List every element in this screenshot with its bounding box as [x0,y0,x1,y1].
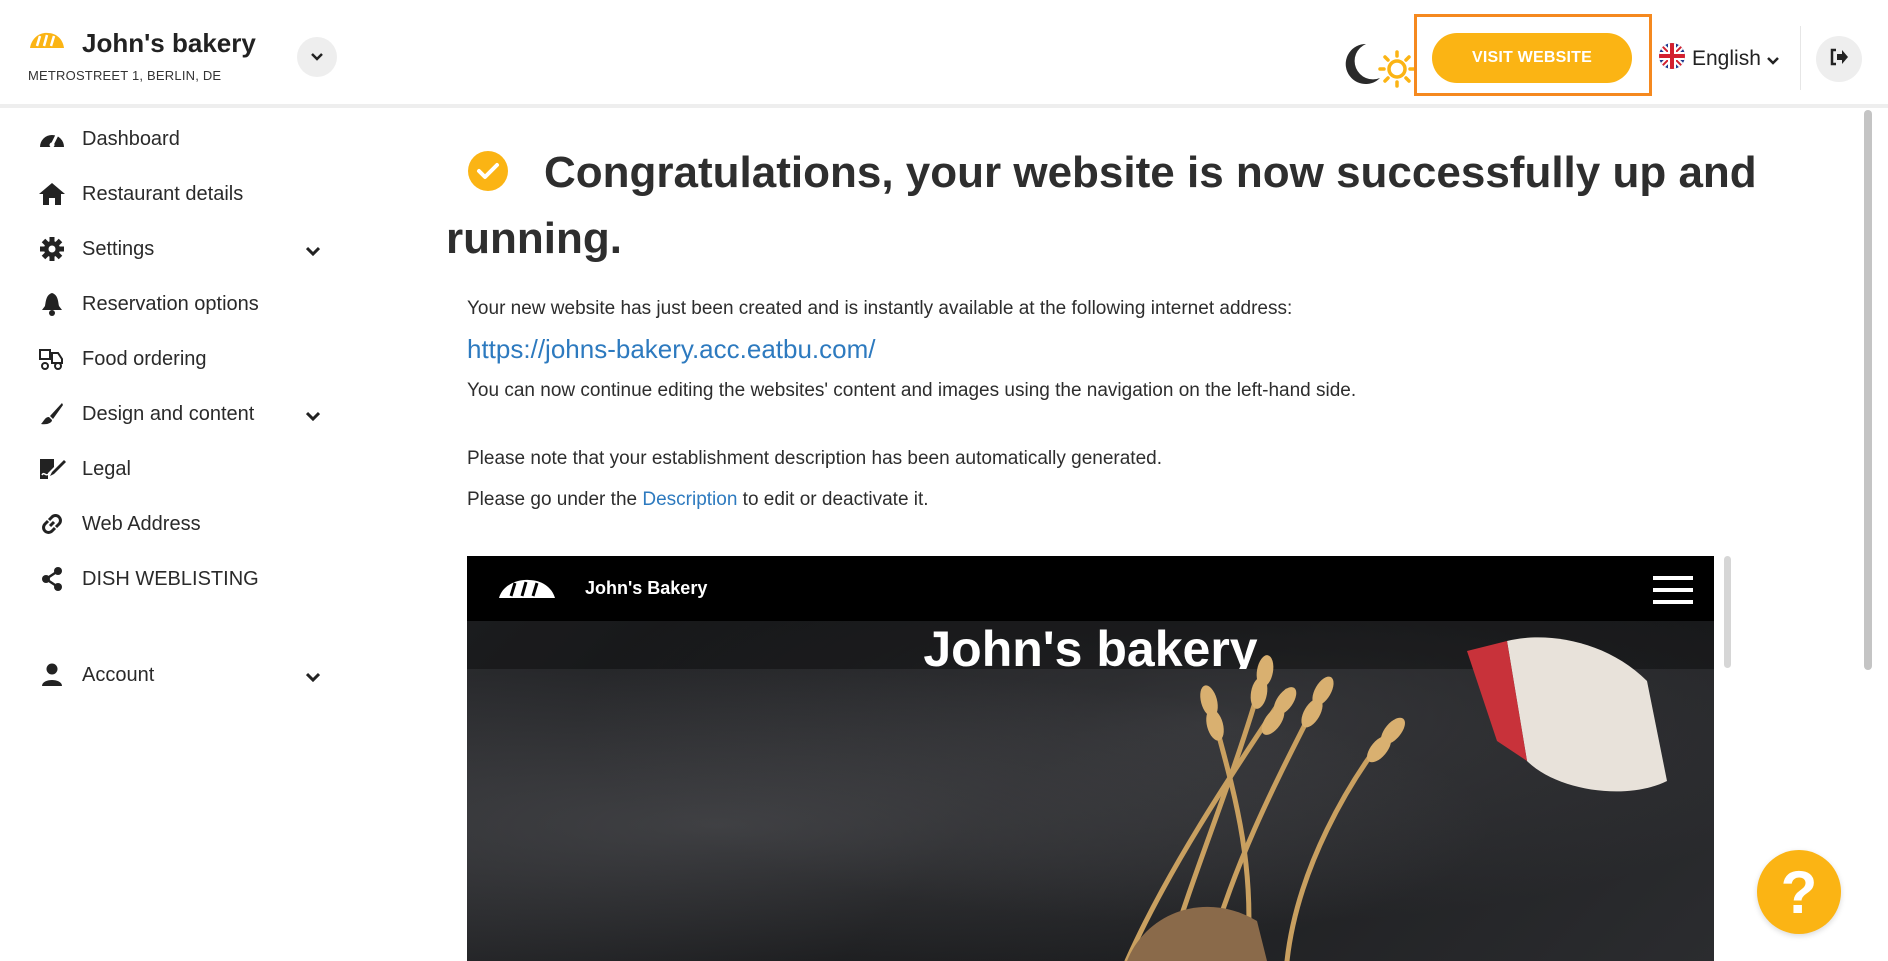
preview-navbar: John's Bakery [467,556,1714,621]
continue-text: You can now continue editing the website… [467,380,1357,401]
preview-scrollbar[interactable] [1724,556,1731,668]
top-header: John's bakery METROSTREET 1, BERLIN, DE [0,0,1888,108]
theme-toggle[interactable] [1340,40,1418,92]
chevron-down-icon [305,404,321,427]
share-icon [36,566,68,592]
sidebar-item-settings[interactable]: Settings [36,229,336,269]
sidebar-item-food-ordering[interactable]: Food ordering [36,339,336,379]
logout-icon [1829,48,1849,71]
sidebar-item-label: Design and content [82,402,255,425]
sidebar-item-restaurant-details[interactable]: Restaurant details [36,174,336,214]
bread-logo-icon [497,576,557,607]
preview-brand-name: John's Bakery [585,578,708,598]
sidebar-item-label: Settings [82,237,155,260]
chevron-down-icon [1767,47,1779,71]
user-icon [36,662,68,688]
restaurant-switcher-button[interactable] [297,37,337,77]
bread-logo-icon [28,30,66,57]
preview-hero-image: John's bakery [467,621,1714,961]
restaurant-name: John's bakery [82,28,256,58]
dashboard-icon [36,126,68,152]
restaurant-address: METROSTREET 1, BERLIN, DE [28,68,222,83]
language-label: English [1692,47,1761,70]
wheat-illustration [1124,637,1667,961]
sun-icon [1378,50,1416,93]
gear-icon [36,236,68,262]
website-preview[interactable]: John's bakery John's Bakery [467,556,1714,961]
visit-website-button[interactable]: VISIT WEBSITE [1432,33,1632,83]
check-circle-icon [468,151,508,191]
sidebar-item-web-address[interactable]: Web Address [36,504,336,544]
link-icon [36,511,68,537]
chevron-down-icon [311,48,323,66]
sidebar-item-account[interactable]: Account [36,655,336,695]
help-button[interactable]: ? [1757,850,1841,934]
sidebar-item-design-and-content[interactable]: Design and content [36,394,336,434]
language-selector[interactable]: English [1658,42,1779,76]
sidebar-item-dashboard[interactable]: Dashboard [36,119,336,159]
brand-block: John's bakery METROSTREET 1, BERLIN, DE [28,28,256,83]
sidebar-item-label: Account [82,663,155,686]
website-url-link[interactable]: https://johns-bakery.acc.eatbu.com/ [467,334,876,365]
brush-icon [36,401,68,427]
page-title: Congratulations, your website is now suc… [446,140,1766,272]
note-text: Please note that your establishment desc… [467,448,1162,469]
hamburger-menu-icon[interactable] [1653,575,1693,610]
delivery-icon [36,346,68,372]
sidebar-item-legal[interactable]: Legal [36,449,336,489]
sidebar-item-reservation-options[interactable]: Reservation options [36,284,336,324]
chevron-down-icon [305,665,321,688]
header-divider [1800,26,1801,90]
uk-flag-icon [1658,42,1686,76]
sidebar-item-label: Legal [82,457,131,480]
sidebar-item-label: Reservation options [82,292,259,315]
description-prefix: Please go under the [467,489,643,510]
page-title-text: Congratulations, your website is now suc… [446,148,1757,263]
sidebar-item-label: Dashboard [82,127,180,150]
intro-text: Your new website has just been created a… [467,298,1293,319]
chevron-down-icon [305,239,321,262]
description-note: Please go under the Description to edit … [467,489,929,511]
description-suffix: to edit or deactivate it. [737,489,929,510]
description-link[interactable]: Description [642,489,737,510]
sidebar-item-label: DISH WEBLISTING [82,567,259,590]
bell-icon [36,291,68,317]
sidebar-item-label: Web Address [82,512,201,535]
logout-button[interactable] [1816,36,1862,82]
page-scrollbar[interactable] [1864,110,1872,670]
sidebar-item-dish-weblisting[interactable]: DISH WEBLISTING [36,559,336,599]
signature-icon [36,456,68,482]
sidebar-item-label: Restaurant details [82,182,244,205]
home-icon [36,181,68,207]
sidebar-item-label: Food ordering [82,347,207,370]
